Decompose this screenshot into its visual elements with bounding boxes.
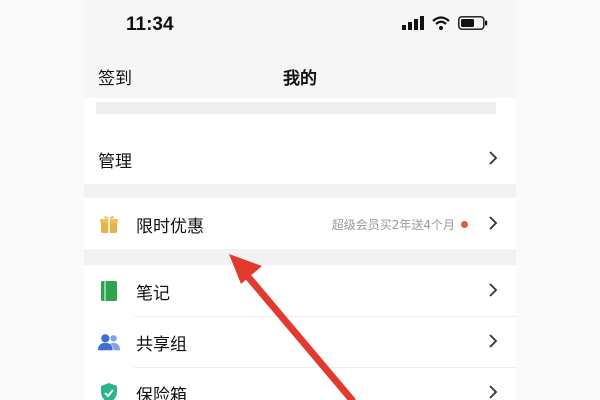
badge-dot xyxy=(461,221,468,228)
gift-icon xyxy=(98,213,120,235)
promo-row[interactable]: 限时优惠 超级会员买2年送4个月 xyxy=(84,199,516,249)
section-separator xyxy=(84,184,516,198)
vault-row[interactable]: 保险箱 xyxy=(84,368,516,400)
group-icon xyxy=(98,331,120,353)
chevron-right-icon xyxy=(489,283,498,297)
chevron-right-icon xyxy=(489,151,498,165)
background-left xyxy=(0,0,84,400)
chevron-right-icon xyxy=(489,216,498,230)
manage-row[interactable]: 管理 xyxy=(84,134,516,184)
share-group-row[interactable]: 共享组 xyxy=(84,317,516,367)
notebook-icon xyxy=(98,280,120,302)
shield-icon xyxy=(98,382,120,400)
placeholder-bar xyxy=(96,102,496,114)
promo-subtext-label: 超级会员买2年送4个月 xyxy=(331,218,455,232)
chevron-right-icon xyxy=(489,334,498,348)
battery-icon xyxy=(458,16,488,30)
status-bar: 11:34 xyxy=(84,0,516,50)
notes-row[interactable]: 笔记 xyxy=(84,266,516,316)
wifi-icon xyxy=(432,16,450,30)
manage-label: 管理 xyxy=(98,151,132,172)
status-icons xyxy=(402,16,488,30)
signal-icon xyxy=(402,16,424,30)
status-time: 11:34 xyxy=(126,14,174,35)
notes-label: 笔记 xyxy=(136,283,170,304)
background-right xyxy=(516,0,600,400)
nav-bar: 我的 签到 xyxy=(84,50,516,98)
phone-screen: 11:34 我的 签到 管理 限时优惠 超级会员买2年送4个月 笔记 共享组 保… xyxy=(84,0,516,400)
spacer xyxy=(84,122,516,134)
vault-label: 保险箱 xyxy=(136,385,187,400)
promo-subtext: 超级会员买2年送4个月 xyxy=(332,216,468,233)
share-group-label: 共享组 xyxy=(136,334,187,355)
page-title: 我的 xyxy=(283,69,317,89)
promo-label: 限时优惠 xyxy=(136,216,204,237)
chevron-right-icon xyxy=(489,385,498,399)
section-separator xyxy=(84,249,516,265)
checkin-button[interactable]: 签到 xyxy=(98,64,132,89)
